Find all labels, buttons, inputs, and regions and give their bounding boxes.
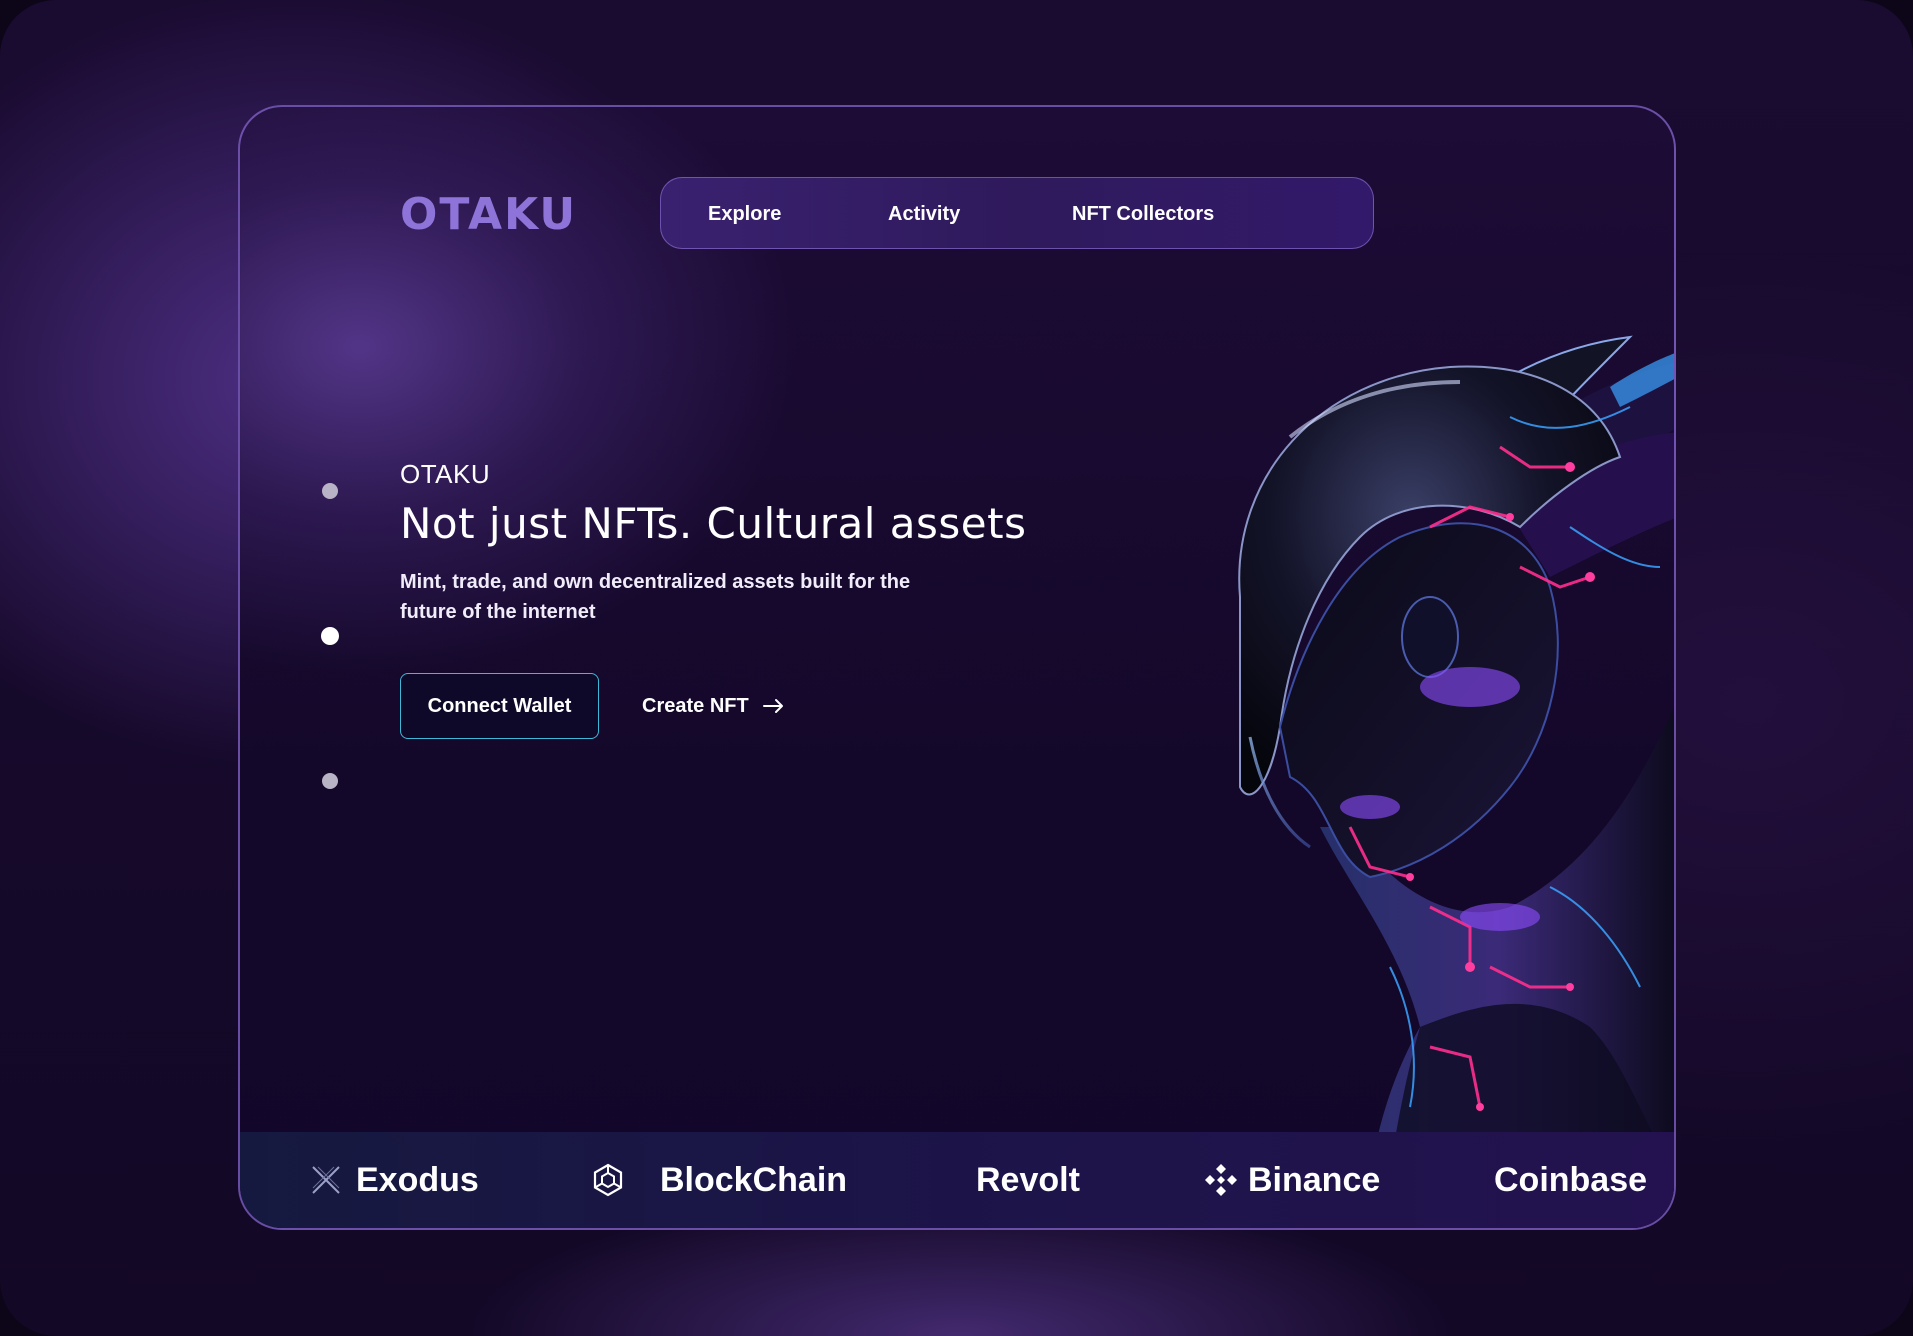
partner-blockchain[interactable]: BlockChain [590,1132,847,1228]
partner-label: Exodus [356,1160,479,1199]
nav-item-activity[interactable]: Activity [888,178,960,250]
hero-headline: Not just NFTs. Cultural assets [400,499,1027,548]
partner-exodus[interactable]: Exodus [310,1132,479,1228]
cyber-android-portrait-image [1170,267,1674,1228]
exodus-x-icon [310,1164,342,1196]
partner-label: Coinbase [1494,1160,1648,1199]
hero-card: OTAKU Explore Activity NFT Collectors OT… [238,105,1676,1230]
partner-label: Revolt [976,1160,1080,1199]
hero-subtitle: Mint, trade, and own decentralized asset… [400,571,911,623]
nav-item-explore[interactable]: Explore [708,178,781,250]
partner-coinbase[interactable]: Coinbase [1494,1132,1647,1228]
pager-dot-3[interactable] [322,773,338,789]
create-nft-label: Create NFT [642,694,749,717]
arrow-right-icon [762,698,785,714]
main-nav: Explore Activity NFT Collectors [660,177,1374,249]
partner-revolt[interactable]: Revolt [976,1132,1080,1228]
connect-wallet-button[interactable]: Connect Wallet [400,673,599,739]
partners-bar: Exodus BlockChain Revolt Binance Coinbas… [240,1132,1674,1228]
hero-eyebrow: OTAKU [400,459,491,489]
pager-dot-2-active[interactable] [321,627,339,645]
partner-label: BlockChain [660,1160,848,1199]
binance-diamond-icon [1202,1161,1240,1199]
partner-label: Binance [1248,1160,1381,1199]
create-nft-button[interactable]: Create NFT [642,673,785,739]
blockchain-cube-icon [590,1162,626,1198]
partner-binance[interactable]: Binance [1202,1132,1380,1228]
page-background: OTAKU Explore Activity NFT Collectors OT… [0,0,1913,1336]
brand-logo[interactable]: OTAKU [400,189,577,240]
nav-item-nft-collectors[interactable]: NFT Collectors [1072,178,1214,250]
pager-dot-1[interactable] [322,483,338,499]
